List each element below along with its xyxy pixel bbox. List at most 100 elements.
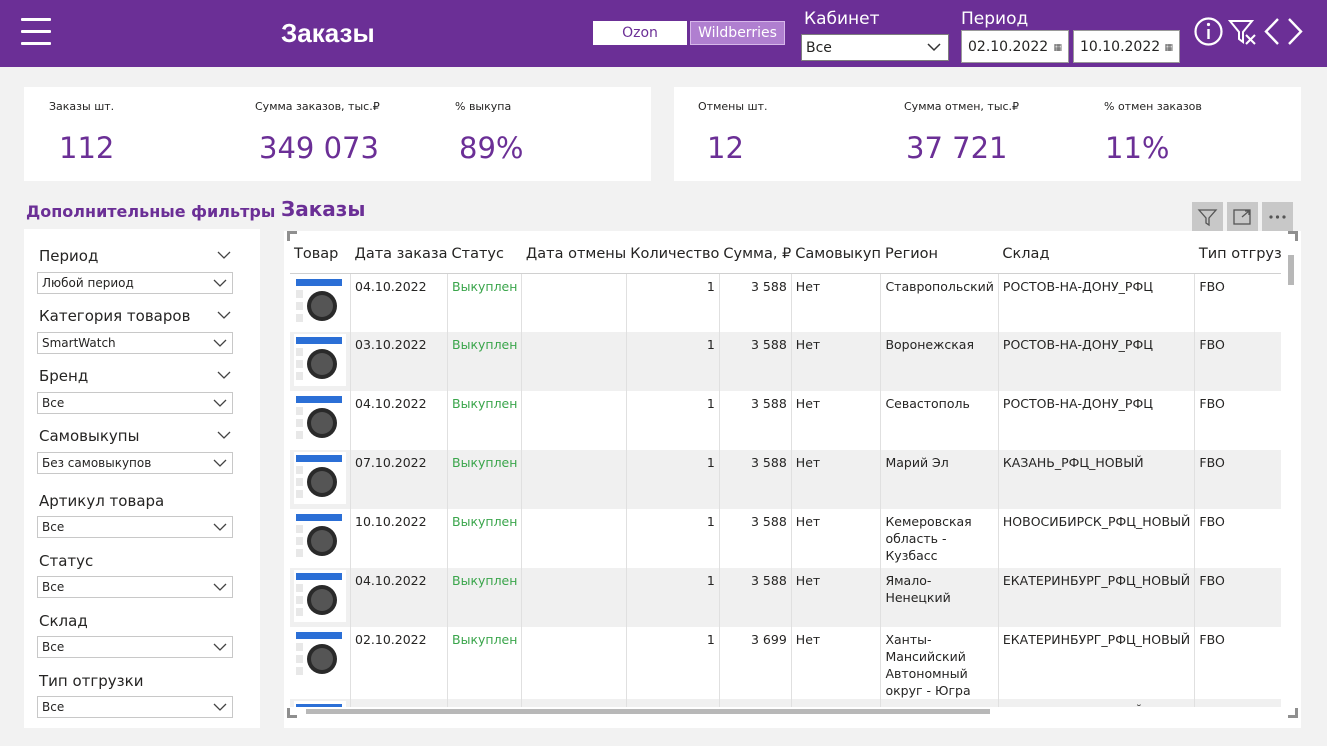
chevron-down-icon[interactable] [217,429,231,441]
product-thumbnail [294,570,346,622]
cabinet-select[interactable]: Все [801,34,949,61]
cabinet-value: Все [806,40,832,56]
table-cell-status: Выкуплен [447,273,523,332]
more-options-icon[interactable] [1262,202,1293,232]
table-row[interactable]: 04.10.2022 Выкуплен 1 3 588 Нет Севастополь РО… [290,391,1281,450]
column-header[interactable]: Дата заказа [350,235,448,274]
marketplace-ozon-button[interactable]: Ozon [593,21,687,45]
column-header[interactable]: Сумма, ₽ [719,235,792,274]
chevron-left-icon[interactable] [1262,16,1282,47]
filter-article-select[interactable]: Все [37,516,233,538]
product-thumbnail [294,275,346,328]
vertical-scrollbar[interactable] [1288,255,1295,707]
table-cell-date: 07.10.2022 [350,450,448,509]
filter-value: SmartWatch [42,336,116,350]
table-row[interactable]: 03.10.2022 Выкуплен 1 3 588 Нет Воронежская РО… [290,332,1281,391]
filter-shipping-select[interactable]: Все [37,696,233,718]
table-cell-region: Ямало-Ненецкий [880,568,999,627]
table-cell-ship: FBO [1194,568,1281,627]
table-cell-cancel [521,332,627,391]
column-header[interactable]: Регион [880,235,999,274]
filter-value: Все [42,396,65,410]
table-cell-status: Выкуплен [447,568,523,627]
chevron-down-icon[interactable] [217,249,231,261]
menu-icon[interactable] [21,18,51,46]
filter-warehouse-select[interactable]: Все [37,636,233,658]
filter-brand-label: Бренд [39,367,89,385]
column-header[interactable]: Склад [998,235,1195,274]
scrollbar-thumb[interactable] [1288,255,1294,285]
table-cell-cancel [521,509,627,568]
date-to-value: 10.10.2022 [1080,39,1161,55]
horizontal-scrollbar[interactable] [306,709,1270,715]
column-header[interactable]: Самовыкуп [791,235,881,274]
resize-handle[interactable] [1288,708,1298,718]
marketplace-wildberries-button[interactable]: Wildberries [690,21,785,45]
chevron-down-icon[interactable] [217,369,231,381]
filter-status-label: Статус [39,552,94,570]
product-thumbnail [294,393,346,445]
orders-table: Товар Дата заказа Статус Дата отмены Кол… [290,235,1281,707]
table-cell-sum: 3 588 [719,699,792,707]
table-cell-region: Воронежская [880,332,999,391]
resize-handle[interactable] [287,708,297,718]
info-icon[interactable] [1193,16,1224,47]
filter-period-select[interactable]: Любой период [37,272,233,294]
table-row[interactable]: 04.10.2022 Выкуплен 1 3 588 Нет Ставропольски… [290,273,1281,332]
table-row[interactable]: 07.10.2022 Выкуплен 1 3 588 Нет Марий Эл КАЗАН… [290,450,1281,509]
cancels-kpi-card: Отмены шт. 12 Сумма отмен, тыс.₽ 37 721 … [674,87,1301,181]
filter-value: Все [42,520,65,534]
filter-category-select[interactable]: SmartWatch [37,332,233,354]
table-row[interactable]: 02.10.2022 Выкуплен 1 3 699 Нет Ханты-Мансийс… [290,627,1281,699]
table-row[interactable]: 10.10.2022 Выкуплен 1 3 588 Нет Кемеровская о… [290,509,1281,568]
table-cell-warehouse: РОСТОВ-НА-ДОНУ_РФЦ [998,332,1196,391]
product-cell [290,699,351,707]
date-from-input[interactable]: 02.10.2022 ▦ [961,30,1069,63]
table-cell-warehouse: РОСТОВ-НА-ДОНУ_РФЦ [998,273,1196,332]
table-cell-warehouse: ЕКАТЕРИНБУРГ_РФЦ_НОВЫЙ [998,627,1196,699]
clear-filter-icon[interactable] [1228,16,1258,47]
chevron-down-icon [213,279,227,287]
filter-brand-select[interactable]: Все [37,392,233,414]
table-cell-sum: 3 588 [719,332,792,391]
chevron-down-icon[interactable] [217,309,231,321]
filter-value: Все [42,640,65,654]
kpi-value: 12 [707,131,744,165]
chevron-right-icon[interactable] [1285,16,1305,47]
table-cell-cancel [521,273,627,332]
table-cell-ship: FBO [1194,450,1281,509]
kpi-value: 37 721 [906,131,1008,165]
filters-panel: Период Любой период Категория товаров Sm… [24,229,260,728]
table-cell-region: Севастополь [880,391,999,450]
table-cell-date: 05.10.2022 [350,699,448,707]
chevron-down-icon [213,339,227,347]
focus-mode-icon[interactable] [1227,202,1258,232]
column-header[interactable]: Тип отгрузки [1194,235,1281,274]
filter-selfbuy-select[interactable]: Без самовыкупов [37,452,233,474]
resize-handle[interactable] [1288,231,1298,241]
table-cell-qty: 1 [626,699,720,707]
chevron-down-icon [213,523,227,531]
kpi-label: Сумма отмен, тыс.₽ [904,100,1020,113]
table-row[interactable]: 05.10.2022Выкуплен 13 588НетТатарстанКАЗА… [290,699,1281,707]
table-cell-date: 04.10.2022 [350,273,448,332]
table-cell-status: Выкуплен [447,509,523,568]
product-thumbnail [294,511,346,563]
table-cell-warehouse: НОВОСИБИРСК_РФЦ_НОВЫЙ [998,509,1196,568]
table-cell-sum: 3 699 [719,627,792,699]
table-row[interactable]: 04.10.2022 Выкуплен 1 3 588 Нет Ямало-Ненецки… [290,568,1281,627]
column-header[interactable]: Дата отмены [521,235,627,274]
scrollbar-thumb[interactable] [306,709,990,714]
column-header[interactable]: Товар [290,235,351,274]
column-header[interactable]: Количество [626,235,720,274]
product-cell [290,332,351,391]
filter-icon[interactable] [1192,202,1223,232]
kpi-label: Сумма заказов, тыс.₽ [255,100,380,113]
filter-value: Без самовыкупов [42,456,152,470]
table-cell-ship: FBO [1194,627,1281,699]
filter-status-select[interactable]: Все [37,576,233,598]
filter-article-label: Артикул товара [39,492,165,510]
chevron-down-icon [213,703,227,711]
column-header[interactable]: Статус [447,235,522,274]
date-to-input[interactable]: 10.10.2022 ▦ [1073,30,1180,63]
